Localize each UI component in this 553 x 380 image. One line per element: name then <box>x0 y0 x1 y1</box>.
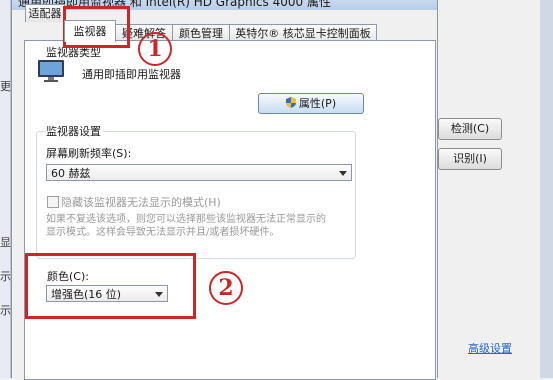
background-left-strip <box>0 0 11 378</box>
refresh-rate-select[interactable]: 60 赫兹 <box>46 164 352 181</box>
shield-icon <box>285 97 296 108</box>
tab-monitor[interactable]: 监视器 <box>64 20 116 42</box>
hide-modes-checkbox[interactable] <box>47 196 59 208</box>
monitor-icon <box>38 60 64 82</box>
hide-modes-description: 显示模式。这样会导致无法显示并且/或者损坏硬件。 <box>46 227 280 238</box>
monitor-settings-label: 监视器设置 <box>44 123 103 139</box>
background-left-text: 示 <box>0 270 11 283</box>
properties-button-label: 属性(P) <box>298 97 337 110</box>
background-left-text: 显 <box>0 236 11 249</box>
advanced-settings-link[interactable]: 高级设置 <box>468 340 512 356</box>
annotation-marker-2: 2 <box>209 271 243 305</box>
identify-button[interactable]: 识别(I) <box>438 148 502 170</box>
background-right-pane <box>436 0 553 378</box>
detect-button[interactable]: 检测(C) <box>438 118 502 140</box>
background-scroll-strip <box>540 0 553 378</box>
refresh-rate-value: 60 赫兹 <box>51 167 91 180</box>
monitor-name: 通用即插即用监视器 <box>82 68 181 81</box>
hide-modes-label: 隐藏该监视器无法显示的模式(H) <box>61 196 221 209</box>
chevron-down-icon <box>339 171 347 176</box>
refresh-rate-label: 屏幕刷新频率(S): <box>46 147 132 160</box>
properties-button[interactable]: 属性(P) <box>258 93 364 114</box>
background-left-text: 更 <box>0 80 11 93</box>
highlight-box-colors <box>25 253 196 319</box>
annotation-marker-1: 1 <box>138 32 172 66</box>
tab-adapter[interactable]: 适配器 <box>25 4 65 22</box>
background-left-text: 示 <box>0 304 11 317</box>
